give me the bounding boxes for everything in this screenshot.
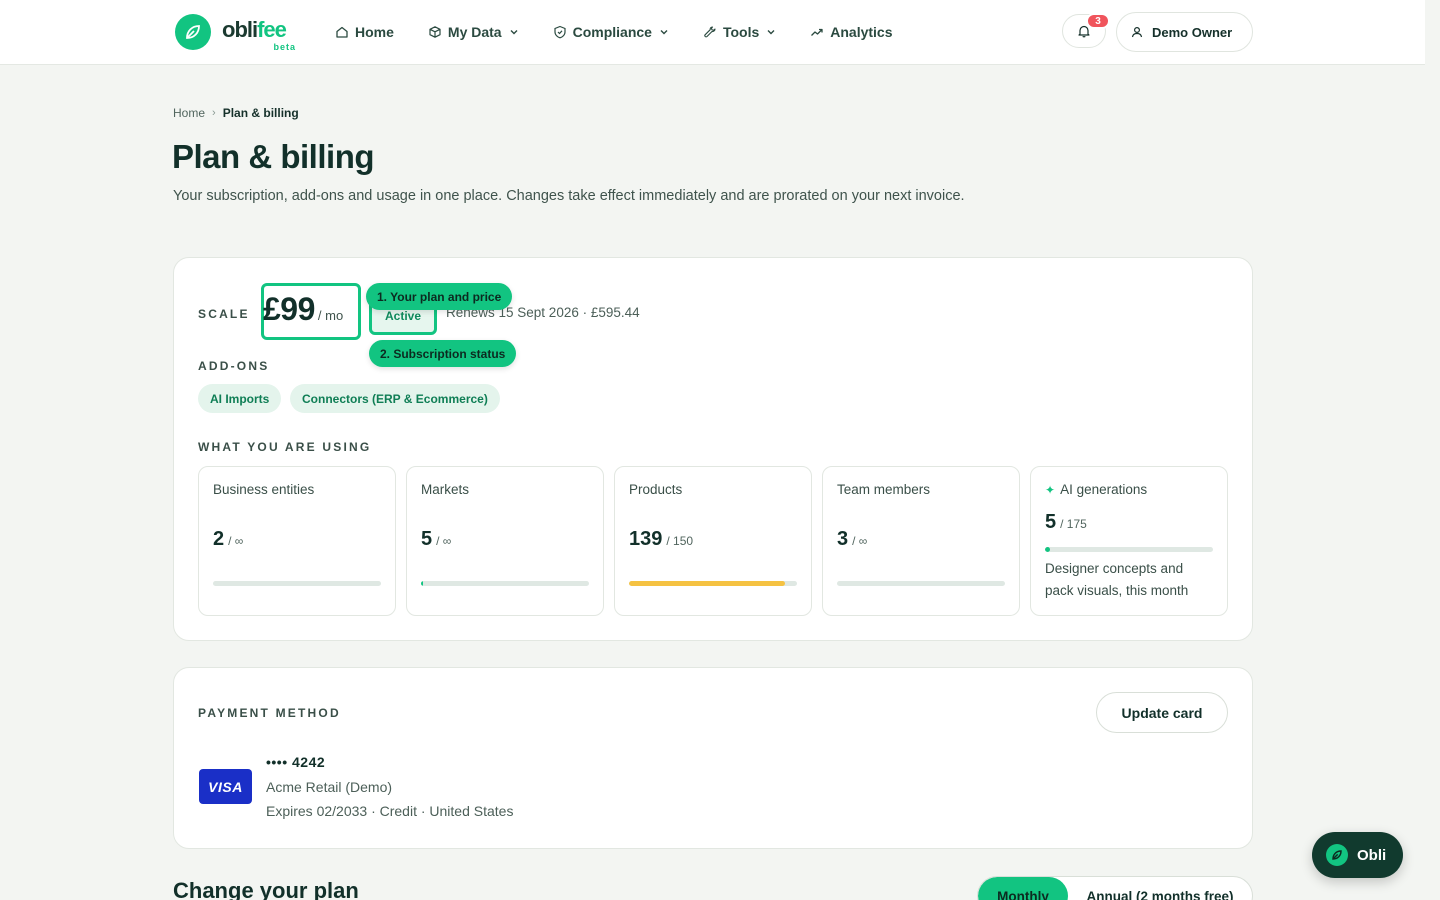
beta-tag: beta [273, 42, 296, 52]
user-menu-button[interactable]: Demo Owner [1116, 12, 1253, 52]
nav-compliance-label: Compliance [572, 24, 652, 40]
assistant-launcher-button[interactable]: Obli [1312, 832, 1403, 878]
nav-my-data-label: My Data [447, 24, 502, 40]
usage-name: Team members [837, 482, 931, 497]
usage-used: 2 [213, 528, 225, 550]
usage-used: 5 [1045, 511, 1057, 533]
usage-name: Products [629, 482, 683, 497]
payment-method-label: PAYMENT METHOD [198, 706, 341, 720]
nav-analytics-label: Analytics [830, 24, 893, 40]
usage-progress-fill [1045, 547, 1051, 552]
nav-home-label: Home [355, 24, 394, 40]
usage-limit: / 150 [666, 534, 694, 548]
breadcrumb-current: Plan & billing [222, 106, 299, 120]
usage-card-markets: Markets 5 / ∞ [406, 466, 604, 616]
shield-icon [553, 25, 566, 39]
usage-limit: / ∞ [852, 534, 868, 548]
top-navigation: oblifee beta Home My Data Compliance Too… [0, 0, 1425, 65]
change-plan-title: Change your plan [173, 878, 359, 900]
plan-price-highlight: £99 / mo [261, 283, 361, 340]
usage-progress-track [629, 581, 797, 586]
chevron-down-icon [767, 30, 775, 35]
tour-tooltip-plan: 1. Your plan and price [366, 283, 513, 310]
breadcrumb-home[interactable]: Home [173, 106, 205, 120]
usage-progress-track [837, 581, 1005, 586]
leaf-icon [175, 14, 211, 50]
chevron-down-icon [660, 30, 668, 35]
usage-name: AI generations [1060, 482, 1148, 497]
plan-price-period: / mo [317, 308, 344, 323]
usage-name: Business entities [213, 482, 315, 497]
nav-my-data[interactable]: My Data [428, 24, 519, 40]
addon-chip: Connectors (ERP & Ecommerce) [290, 384, 500, 413]
usage-label: WHAT YOU ARE USING [198, 440, 372, 454]
payment-method-card: PAYMENT METHOD Update card VISA •••• 424… [173, 667, 1253, 849]
usage-used: 139 [629, 528, 663, 550]
card-holder: Acme Retail (Demo) [266, 779, 393, 795]
usage-limit: / ∞ [436, 534, 452, 548]
billing-period-toggle: Monthly Annual (2 months free) [977, 876, 1253, 900]
cube-icon [429, 26, 441, 38]
plan-card: SCALE £99 / mo Active Renews 15 Sept 202… [173, 257, 1253, 641]
addons-label: ADD-ONS [198, 359, 270, 373]
chevron-down-icon [510, 30, 518, 35]
plan-name: SCALE [198, 307, 250, 321]
plan-price: £99 [263, 291, 315, 327]
user-icon [1131, 26, 1143, 38]
usage-used: 5 [421, 528, 433, 550]
update-card-button[interactable]: Update card [1096, 692, 1228, 733]
billing-option-annual[interactable]: Annual (2 months free) [1068, 877, 1252, 900]
card-details: Expires 02/2033 · Credit · United States [266, 803, 514, 819]
nav-home[interactable]: Home [335, 24, 394, 40]
nav-tools-label: Tools [722, 24, 760, 40]
usage-progress-track [1045, 547, 1213, 552]
tour-tooltip-status: 2. Subscription status [369, 340, 517, 367]
usage-used: 3 [837, 528, 849, 550]
page-subtitle: Your subscription, add-ons and usage in … [173, 188, 965, 204]
visa-logo: VISA [199, 769, 252, 804]
nav-analytics[interactable]: Analytics [810, 24, 893, 40]
sparkle-icon: ✦ [1045, 482, 1056, 497]
user-name: Demo Owner [1152, 24, 1233, 40]
usage-limit: / ∞ [228, 534, 244, 548]
trend-up-icon [811, 28, 823, 36]
leaf-icon [1326, 844, 1348, 866]
addon-chip: AI Imports [198, 384, 282, 413]
usage-name: Markets [421, 482, 470, 497]
brand-logo[interactable]: oblifee beta [175, 14, 296, 52]
breadcrumb: Home › Plan & billing [173, 106, 299, 120]
main-nav: Home My Data Compliance Tools Analytics [335, 0, 927, 64]
usage-limit: / 175 [1060, 517, 1087, 531]
wrench-icon [704, 26, 716, 38]
card-number: •••• 4242 [266, 754, 326, 770]
billing-option-monthly[interactable]: Monthly [978, 877, 1068, 900]
usage-card-ai-generations: ✦ AI generations 5 / 175 Designer concep… [1030, 466, 1228, 616]
notification-count-badge: 3 [1086, 13, 1110, 29]
usage-card-products: Products 139 / 150 [614, 466, 812, 616]
usage-progress-fill [629, 581, 786, 586]
usage-card-team-members: Team members 3 / ∞ [822, 466, 1020, 616]
home-icon [336, 26, 348, 38]
breadcrumb-separator: › [212, 107, 216, 119]
assistant-label: Obli [1357, 846, 1387, 864]
usage-note: Designer concepts and pack visuals, this… [1045, 561, 1189, 598]
usage-progress-track [421, 581, 589, 586]
usage-progress-fill [421, 581, 423, 586]
usage-card-business-entities: Business entities 2 / ∞ [198, 466, 396, 616]
usage-progress-track [213, 581, 381, 586]
page-title: Plan & billing [172, 138, 375, 175]
nav-tools[interactable]: Tools [703, 24, 776, 40]
nav-compliance[interactable]: Compliance [553, 24, 669, 40]
